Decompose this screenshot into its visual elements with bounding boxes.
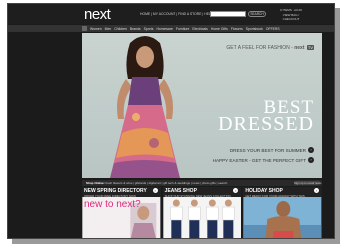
account-summary[interactable]: 0 ITEMS · £0.00 VIEW BAG / CHECKOUT [274,8,308,22]
nav-item-flowers[interactable]: Flowers [231,27,243,31]
holiday-shop-image [243,197,322,238]
new-to-next-text: new to next? [84,199,141,210]
nav-item-sportsbook[interactable]: Sportsbook [246,27,263,31]
search-button[interactable]: SEARCH [248,11,266,17]
shop-online-bar: Shop Online: fresh flowers & wine | gift… [82,180,322,186]
headline-dressed: DRESSED [218,113,314,135]
nav-item-offers[interactable]: OFFERS [266,27,280,31]
site-header: next HOME | MY ACCOUNT | FIND A STORE | … [8,4,334,24]
arrow-right-icon: › [233,188,239,193]
nav-item-home-gifts[interactable]: Home Gifts [211,27,228,31]
nav-item-sports[interactable]: Sports [144,27,154,31]
model-photo [110,36,180,178]
search-input[interactable] [210,11,246,17]
arrow-right-icon: › [152,188,158,193]
checkout-link[interactable]: VIEW BAG / CHECKOUT [274,13,308,22]
nav-item-electricals[interactable]: Electricals [192,27,207,31]
promo-easter-label: HAPPY EASTER - GET THE PERFECT GIFT [212,157,306,163]
top-links[interactable]: HOME | MY ACCOUNT | FIND A STORE | HELP [140,12,213,16]
hero-banner[interactable]: GET A FEEL FOR FASHION - next TV BEST DR… [82,33,322,178]
main-nav: Women Men Children Brands Sports Homewar… [8,25,334,32]
tile-spring-directory[interactable]: NEW SPRING DIRECTORY › ORDER YOUR FREE D… [82,187,161,238]
home-icon[interactable] [82,26,87,31]
website: next HOME | MY ACCOUNT | FIND A STORE | … [7,3,335,239]
tile-jeans-shop[interactable]: JEANS SHOP › SHOP OUR STUNNING NEW JEANS… [162,187,242,238]
jeans-shop-image [163,197,242,238]
next-logo[interactable]: next [84,6,111,23]
nav-item-children[interactable]: Children [114,27,127,31]
tagline-brand: next [294,45,305,51]
tagline-text: GET A FEEL FOR FASHION - [226,45,293,51]
tv-icon[interactable]: TV [306,45,314,50]
nav-item-furniture[interactable]: Furniture [176,27,190,31]
promo-link-easter[interactable]: HAPPY EASTER - GET THE PERFECT GIFT › [213,157,314,163]
screenshot-frame: next HOME | MY ACCOUNT | FIND A STORE | … [0,0,346,249]
shop-online-label: Shop Online: [86,181,105,185]
nav-item-women[interactable]: Women [90,27,102,31]
shop-online-links[interactable]: fresh flowers & wine | giftcards | digit… [106,181,228,185]
promo-tiles: NEW SPRING DIRECTORY › ORDER YOUR FREE D… [82,187,323,238]
promo-link-summer[interactable]: DRESS YOUR BEST FOR SUMMER › [230,147,314,153]
nav-item-men[interactable]: Men [105,27,112,31]
nav-item-brands[interactable]: Brands [130,27,141,31]
arrow-right-icon: › [314,188,320,193]
hero-tagline: GET A FEEL FOR FASHION - next TV [226,45,314,51]
nav-item-homeware[interactable]: Homeware [156,27,172,31]
tile-holiday-shop[interactable]: HOLIDAY SHOP › GET READY FOR YOUR HOLIDA… [243,187,323,238]
email-signup-button[interactable]: Sign up to email news [294,181,321,185]
arrow-right-icon: › [308,157,314,163]
arrow-right-icon: › [308,147,314,153]
promo-summer-label: DRESS YOUR BEST FOR SUMMER [229,147,306,153]
